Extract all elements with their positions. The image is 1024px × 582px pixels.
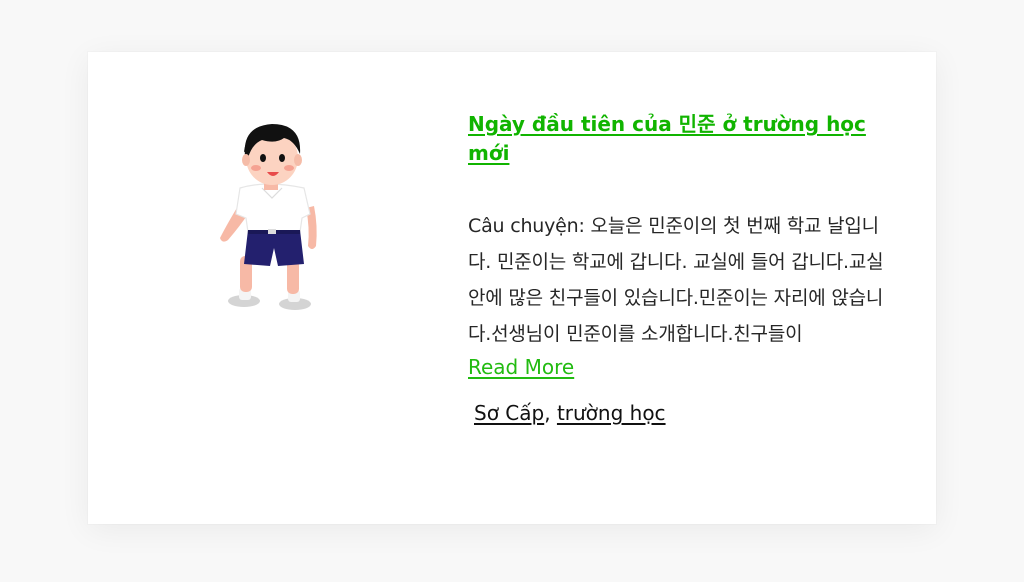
tag-separator: ,: [544, 401, 551, 425]
post-content: Ngày đầu tiên của 민준 ở trường học mới Câ…: [468, 110, 898, 426]
page: Ngày đầu tiên của 민준 ở trường học mới Câ…: [0, 0, 1024, 582]
post-title-link[interactable]: Ngày đầu tiên của 민준 ở trường học mới: [468, 110, 898, 168]
read-more-link[interactable]: Read More: [468, 352, 574, 382]
post-excerpt: Câu chuyện: 오늘은 민준이의 첫 번째 학교 날입니다. 민준이는 …: [468, 215, 884, 345]
tag-link-so-cap[interactable]: Sơ Cấp: [474, 401, 544, 425]
post-tags: Sơ Cấp, trường học: [468, 400, 898, 426]
post-card: Ngày đầu tiên của 민준 ở trường học mới Câ…: [88, 52, 936, 524]
tag-link-truong-hoc[interactable]: trường học: [557, 401, 666, 425]
boy-student-illustration[interactable]: [218, 118, 328, 318]
